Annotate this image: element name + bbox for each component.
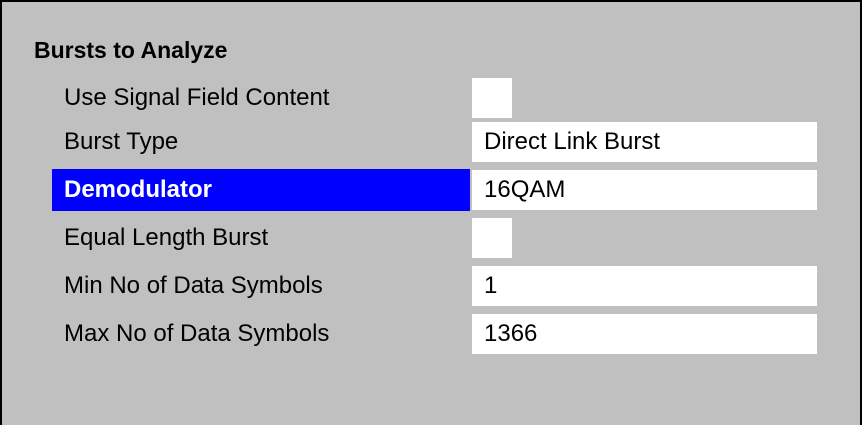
row-max-data-symbols[interactable]: Max No of Data Symbols 1366 [52, 313, 822, 355]
row-label[interactable]: Burst Type [52, 121, 470, 163]
row-label[interactable]: Use Signal Field Content [52, 77, 470, 119]
row-min-data-symbols[interactable]: Min No of Data Symbols 1 [52, 265, 822, 307]
row-label[interactable]: Min No of Data Symbols [52, 265, 470, 307]
max-data-symbols-field[interactable]: 1366 [472, 314, 817, 354]
demodulator-field[interactable]: 16QAM [472, 170, 817, 210]
row-label[interactable]: Demodulator [52, 169, 470, 211]
bursts-settings-panel: Bursts to Analyze Use Signal Field Conte… [0, 0, 862, 425]
burst-type-field[interactable]: Direct Link Burst [472, 122, 817, 162]
row-equal-length-burst[interactable]: Equal Length Burst [52, 217, 822, 259]
group-title: Bursts to Analyze [34, 37, 228, 63]
equal-length-burst-checkbox[interactable] [472, 218, 512, 258]
min-data-symbols-field[interactable]: 1 [472, 266, 817, 306]
row-burst-type[interactable]: Burst Type Direct Link Burst [52, 121, 822, 163]
row-use-signal-field-content[interactable]: Use Signal Field Content [52, 77, 822, 119]
use-signal-field-content-checkbox[interactable] [472, 78, 512, 118]
row-demodulator[interactable]: Demodulator 16QAM [52, 169, 822, 211]
row-label[interactable]: Equal Length Burst [52, 217, 470, 259]
row-label[interactable]: Max No of Data Symbols [52, 313, 470, 355]
